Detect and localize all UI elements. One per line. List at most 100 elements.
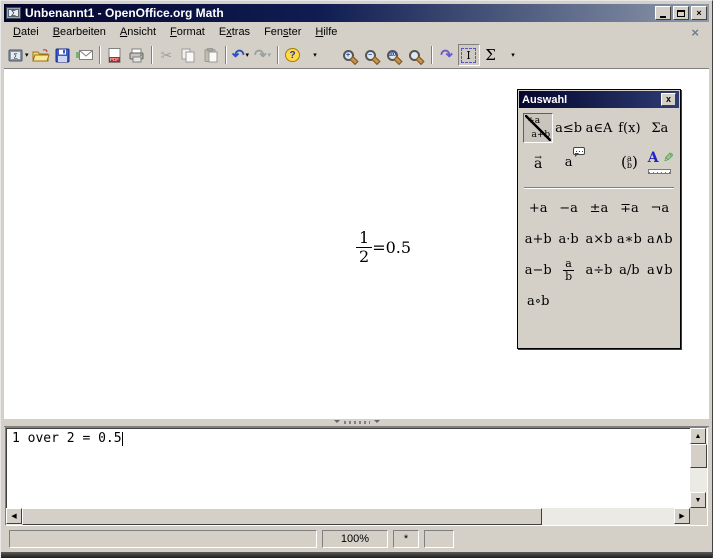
splitter-handle-icon[interactable] bbox=[334, 420, 380, 426]
symbol-plus-a[interactable]: +a bbox=[523, 193, 553, 224]
cut-button[interactable]: ✂ bbox=[156, 44, 178, 66]
zoom-100-button[interactable]: 100 bbox=[384, 44, 406, 66]
category-operators[interactable]: Σa bbox=[645, 113, 675, 143]
cut-icon: ✂ bbox=[161, 47, 173, 64]
splitter-arrow-icon bbox=[374, 420, 380, 426]
scroll-right-button[interactable]: ▶ bbox=[674, 508, 690, 524]
symbol-a-circ-b[interactable]: a∘b bbox=[523, 286, 553, 317]
text-cursor bbox=[122, 432, 123, 446]
splitter-arrow-icon bbox=[334, 420, 340, 426]
horizontal-scroll-track[interactable] bbox=[542, 508, 674, 525]
symbol-a-or-b[interactable]: a∨b bbox=[645, 255, 675, 286]
toolbar-options-button[interactable]: ▾ bbox=[304, 44, 326, 66]
export-pdf-button[interactable]: PDF bbox=[104, 44, 126, 66]
palette-separator bbox=[524, 187, 674, 189]
pencil-icon: ✎ bbox=[663, 151, 674, 166]
close-button[interactable]: × bbox=[691, 6, 707, 20]
copy-icon bbox=[181, 48, 196, 63]
undo-icon: ↶ bbox=[232, 48, 245, 63]
symbol-a-cdot-b[interactable]: a·b bbox=[553, 224, 583, 255]
category-unary-binary-operators[interactable]: +a a+b bbox=[523, 113, 553, 143]
palette-close-button[interactable]: x bbox=[661, 93, 676, 106]
maximize-button[interactable] bbox=[673, 6, 689, 20]
menu-fenster[interactable]: Fenster bbox=[257, 24, 308, 40]
horizontal-scroll-thumb[interactable] bbox=[22, 508, 542, 525]
symbol-plusminus-a[interactable]: ±a bbox=[584, 193, 614, 224]
undo-dropdown-icon[interactable]: ▾ bbox=[246, 51, 250, 59]
menu-hilfe[interactable]: Hilfe bbox=[308, 24, 344, 40]
a-over-b-icon: a b bbox=[563, 258, 574, 282]
vertical-scroll-track[interactable] bbox=[690, 468, 707, 492]
view-splitter[interactable] bbox=[4, 418, 709, 427]
paste-button[interactable] bbox=[200, 44, 222, 66]
menu-ansicht[interactable]: Ansicht bbox=[113, 24, 163, 40]
symbol-a-and-b[interactable]: a∧b bbox=[645, 224, 675, 255]
palette-title: Auswahl bbox=[522, 94, 567, 106]
category-misc[interactable]: a bbox=[553, 147, 583, 177]
zoom-in-icon: + bbox=[343, 50, 354, 61]
menu-format[interactable]: Format bbox=[163, 24, 212, 40]
menu-extras[interactable]: Extras bbox=[212, 24, 257, 40]
save-floppy-icon bbox=[55, 48, 70, 63]
command-vertical-scrollbar[interactable]: ▲ ▼ bbox=[690, 428, 707, 508]
command-window: 1 over 2 = 0.5 ▲ ▼ ◀ ▶ bbox=[5, 427, 708, 526]
command-input[interactable]: 1 over 2 = 0.5 bbox=[6, 428, 690, 508]
toolbar-options-button-2[interactable]: ▾ bbox=[502, 44, 524, 66]
refresh-icon: ↷ bbox=[440, 48, 453, 63]
document-close-button[interactable]: × bbox=[683, 25, 707, 40]
formula-view[interactable]: 1 2 =0.5 Auswahl x +a a+b a≤b bbox=[4, 69, 709, 418]
category-attributes[interactable]: → a bbox=[523, 147, 553, 177]
menu-datei[interactable]: Datei bbox=[6, 24, 46, 40]
redo-dropdown-icon[interactable]: ▾ bbox=[268, 51, 272, 59]
symbol-minus-a[interactable]: −a bbox=[553, 193, 583, 224]
palette-title-bar[interactable]: Auswahl x bbox=[519, 91, 679, 108]
rendered-formula[interactable]: 1 2 =0.5 bbox=[356, 229, 411, 265]
symbol-a-times-b[interactable]: a×b bbox=[584, 224, 614, 255]
undo-button[interactable]: ↶▾ bbox=[230, 44, 252, 66]
redo-button[interactable]: ↷▾ bbox=[252, 44, 274, 66]
zoom-page-button[interactable] bbox=[406, 44, 428, 66]
status-zoom-panel[interactable]: 100% bbox=[322, 530, 388, 548]
symbol-not-a[interactable]: ¬a bbox=[645, 193, 675, 224]
new-document-button[interactable]: Σ ▾ bbox=[7, 44, 30, 66]
title-bar: Σ Unbenannt1 - OpenOffice.org Math × bbox=[4, 4, 709, 22]
vertical-scroll-thumb[interactable] bbox=[690, 444, 707, 468]
ruler-icon bbox=[648, 169, 671, 174]
symbol-minusplus-a[interactable]: ∓a bbox=[614, 193, 644, 224]
save-button[interactable] bbox=[52, 44, 74, 66]
command-horizontal-scrollbar[interactable]: ◀ ▶ bbox=[6, 508, 690, 525]
main-toolbar: Σ ▾ bbox=[4, 42, 709, 69]
symbol-a-div-b[interactable]: a÷b bbox=[584, 255, 614, 286]
zoom-out-button[interactable]: − bbox=[362, 44, 384, 66]
formula-cursor-toggle[interactable]: I bbox=[458, 44, 480, 66]
refresh-button[interactable]: ↷ bbox=[436, 44, 458, 66]
symbol-a-ast-b[interactable]: a∗b bbox=[614, 224, 644, 255]
fraction-denominator: 2 bbox=[356, 247, 372, 266]
menu-bearbeiten[interactable]: Bearbeiten bbox=[46, 24, 113, 40]
maximize-icon bbox=[677, 10, 685, 17]
symbol-a-over-b[interactable]: a b bbox=[553, 255, 583, 286]
symbol-a-slash-b[interactable]: a/b bbox=[614, 255, 644, 286]
category-formats[interactable]: A ✎ bbox=[645, 147, 675, 177]
help-button[interactable]: ? bbox=[282, 44, 304, 66]
print-button[interactable] bbox=[126, 44, 148, 66]
category-brackets[interactable]: ( ab ) bbox=[614, 147, 644, 177]
scroll-up-button[interactable]: ▲ bbox=[690, 428, 706, 444]
symbol-a-minus-b[interactable]: a−b bbox=[523, 255, 553, 286]
symbol-a-plus-b[interactable]: a+b bbox=[523, 224, 553, 255]
symbols-catalog-button[interactable]: Σ bbox=[480, 44, 502, 66]
open-button[interactable] bbox=[30, 44, 52, 66]
new-dropdown-icon[interactable]: ▾ bbox=[25, 51, 29, 59]
new-document-icon: Σ bbox=[8, 48, 24, 63]
minimize-button[interactable] bbox=[655, 6, 671, 20]
scroll-left-button[interactable]: ◀ bbox=[6, 508, 22, 524]
zoom-in-button[interactable]: + bbox=[340, 44, 362, 66]
category-set-operations[interactable]: a∈A bbox=[584, 113, 614, 143]
status-bar: 100% * bbox=[4, 526, 709, 552]
copy-button[interactable] bbox=[178, 44, 200, 66]
attributes-icon: → a bbox=[534, 156, 542, 169]
category-relations[interactable]: a≤b bbox=[553, 113, 583, 143]
category-functions[interactable]: f(x) bbox=[614, 113, 644, 143]
email-button[interactable] bbox=[74, 44, 96, 66]
scroll-down-button[interactable]: ▼ bbox=[690, 492, 706, 508]
